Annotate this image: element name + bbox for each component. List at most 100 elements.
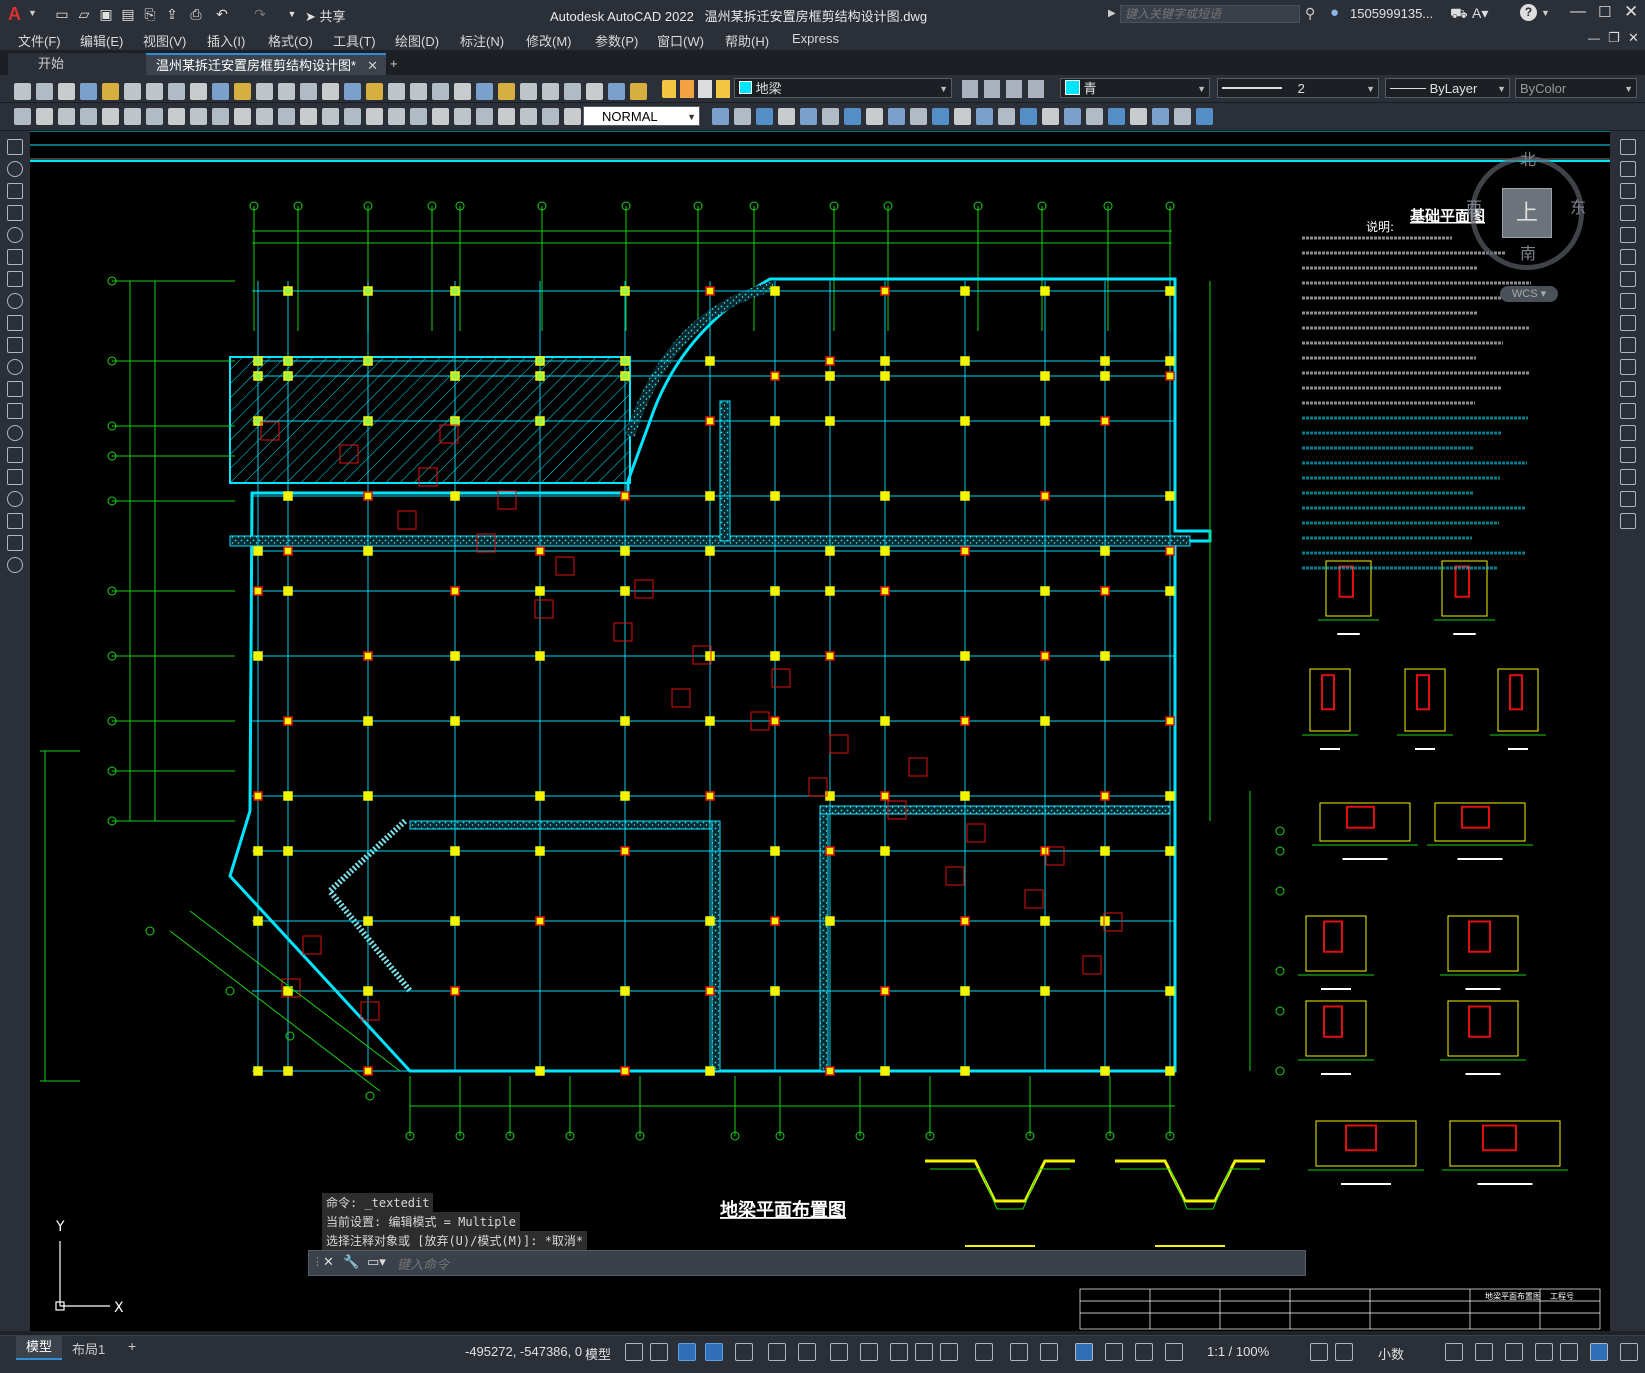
- draw-tool-14-icon[interactable]: [7, 425, 23, 441]
- menu-dimension[interactable]: 标注(N): [460, 31, 504, 50]
- open-file-icon[interactable]: ▱: [74, 4, 94, 24]
- tab-model[interactable]: 模型: [16, 1336, 63, 1360]
- tab-close-icon[interactable]: ✕: [367, 55, 378, 77]
- modify-tool-5-icon[interactable]: [800, 108, 817, 125]
- draw-tool-15-icon[interactable]: [7, 447, 23, 463]
- modify-tool-20-icon[interactable]: [1130, 108, 1147, 125]
- dim-tool-1-icon[interactable]: [14, 108, 31, 125]
- standard-tool-10-icon[interactable]: [212, 83, 229, 100]
- dim-tool-15-icon[interactable]: [322, 108, 339, 125]
- standard-tool-13-icon[interactable]: [278, 83, 295, 100]
- standard-tool-25-icon[interactable]: [542, 83, 559, 100]
- open-web-icon[interactable]: ⎘: [140, 4, 160, 24]
- dim-tool-5-icon[interactable]: [102, 108, 119, 125]
- redo-icon[interactable]: ↷: [250, 4, 270, 24]
- modify-tool-21-icon[interactable]: [1152, 108, 1169, 125]
- dim-tool-23-icon[interactable]: [498, 108, 515, 125]
- draw-tool-4-icon[interactable]: [7, 205, 23, 221]
- dim-tool-14-icon[interactable]: [300, 108, 317, 125]
- viewcube[interactable]: 上 北 南 东 西 WCS ▾: [1466, 152, 1590, 302]
- status-toggle-11-icon[interactable]: [915, 1343, 933, 1361]
- standard-tool-8-icon[interactable]: [168, 83, 185, 100]
- modify-tool-15-icon[interactable]: [1020, 108, 1037, 125]
- linetype-dropdown[interactable]: ByLayer ▼: [1385, 78, 1510, 98]
- units-toggle[interactable]: 小数: [1378, 1344, 1404, 1363]
- draw-tool-17-icon[interactable]: [7, 491, 23, 507]
- standard-tool-29-icon[interactable]: [630, 83, 647, 100]
- user-name[interactable]: 1505999135...: [1350, 6, 1433, 21]
- search-expand-icon[interactable]: ▶: [1108, 8, 1116, 19]
- modify-tool-6-icon[interactable]: [822, 108, 839, 125]
- modify-tool-18-icon[interactable]: [1086, 108, 1103, 125]
- app-logo-icon[interactable]: A: [8, 5, 26, 23]
- search-input[interactable]: [1120, 5, 1300, 23]
- viewcube-east[interactable]: 东: [1570, 194, 1586, 218]
- model-space-toggle[interactable]: 模型: [585, 1344, 611, 1363]
- modify-tool-17-icon[interactable]: [1064, 108, 1081, 125]
- status-toggle-5-icon[interactable]: [735, 1343, 753, 1361]
- standard-tool-21-icon[interactable]: [454, 83, 471, 100]
- standard-tool-28-icon[interactable]: [608, 83, 625, 100]
- command-close-icon[interactable]: ✕: [323, 1254, 334, 1270]
- new-file-icon[interactable]: ▭: [52, 4, 72, 24]
- standard-tool-1-icon[interactable]: [14, 83, 31, 100]
- status-toggle-27-icon[interactable]: [1590, 1343, 1608, 1361]
- draw-tool-6-icon[interactable]: [7, 249, 23, 265]
- standard-tool-18-icon[interactable]: [388, 83, 405, 100]
- modify-tool-17-icon[interactable]: [1620, 491, 1636, 507]
- status-toggle-12-icon[interactable]: [940, 1343, 958, 1361]
- new-layout-button[interactable]: +: [128, 1338, 136, 1354]
- modify-tool-1-icon[interactable]: [1620, 139, 1636, 155]
- tab-start[interactable]: 开始: [8, 53, 153, 75]
- status-toggle-25-icon[interactable]: [1535, 1343, 1553, 1361]
- status-toggle-2-icon[interactable]: [650, 1343, 668, 1361]
- draw-tool-19-icon[interactable]: [7, 535, 23, 551]
- undo-icon[interactable]: ↶: [212, 4, 232, 24]
- menu-help[interactable]: 帮助(H): [725, 31, 769, 50]
- dim-tool-24-icon[interactable]: [520, 108, 537, 125]
- lineweight-dropdown[interactable]: 2 ▼: [1217, 78, 1379, 98]
- standard-tool-6-icon[interactable]: [124, 83, 141, 100]
- status-toggle-19-icon[interactable]: [1165, 1343, 1183, 1361]
- modify-tool-12-icon[interactable]: [954, 108, 971, 125]
- status-toggle-8-icon[interactable]: [830, 1343, 848, 1361]
- draw-tool-1-icon[interactable]: [7, 139, 23, 155]
- status-toggle-4-icon[interactable]: [705, 1343, 723, 1361]
- dim-tool-2-icon[interactable]: [36, 108, 53, 125]
- command-grip-icon[interactable]: ⋮: [312, 1255, 323, 1268]
- status-toggle-15-icon[interactable]: [1040, 1343, 1058, 1361]
- help-chevron-icon[interactable]: ▼: [1541, 8, 1550, 18]
- menu-file[interactable]: 文件(F): [18, 31, 61, 50]
- dim-tool-25-icon[interactable]: [542, 108, 559, 125]
- search-icon[interactable]: ⚲: [1305, 5, 1315, 22]
- dim-tool-18-icon[interactable]: [388, 108, 405, 125]
- status-toggle-23-icon[interactable]: [1475, 1343, 1493, 1361]
- status-toggle-20-icon[interactable]: [1310, 1343, 1328, 1361]
- draw-tool-16-icon[interactable]: [7, 469, 23, 485]
- plot-icon[interactable]: ⎙: [186, 4, 206, 24]
- dim-tool-19-icon[interactable]: [410, 108, 427, 125]
- modify-tool-13-icon[interactable]: [976, 108, 993, 125]
- viewcube-top-face[interactable]: 上: [1502, 188, 1552, 238]
- autodesk-account-icon[interactable]: A▾: [1472, 5, 1488, 22]
- dim-tool-6-icon[interactable]: [124, 108, 141, 125]
- draw-tool-12-icon[interactable]: [7, 381, 23, 397]
- viewcube-north[interactable]: 北: [1520, 146, 1536, 170]
- modify-tool-18-icon[interactable]: [1620, 513, 1636, 529]
- layer-state-icons[interactable]: [662, 80, 732, 98]
- viewcube-south[interactable]: 南: [1520, 240, 1536, 264]
- dim-tool-22-icon[interactable]: [476, 108, 493, 125]
- mdi-restore-icon[interactable]: ❐: [1608, 30, 1620, 46]
- status-toggle-10-icon[interactable]: [890, 1343, 908, 1361]
- dim-tool-4-icon[interactable]: [80, 108, 97, 125]
- status-toggle-28-icon[interactable]: [1620, 1343, 1638, 1361]
- dim-tool-13-icon[interactable]: [278, 108, 295, 125]
- menu-express[interactable]: Express: [792, 31, 839, 46]
- status-toggle-26-icon[interactable]: [1560, 1343, 1578, 1361]
- wcs-menu[interactable]: WCS ▾: [1500, 286, 1558, 302]
- standard-tool-5-icon[interactable]: [102, 83, 119, 100]
- dim-tool-20-icon[interactable]: [432, 108, 449, 125]
- modify-tool-3-icon[interactable]: [1620, 183, 1636, 199]
- mdi-minimize-icon[interactable]: —: [1588, 31, 1600, 45]
- annotation-scale[interactable]: 1:1 / 100%: [1207, 1344, 1269, 1359]
